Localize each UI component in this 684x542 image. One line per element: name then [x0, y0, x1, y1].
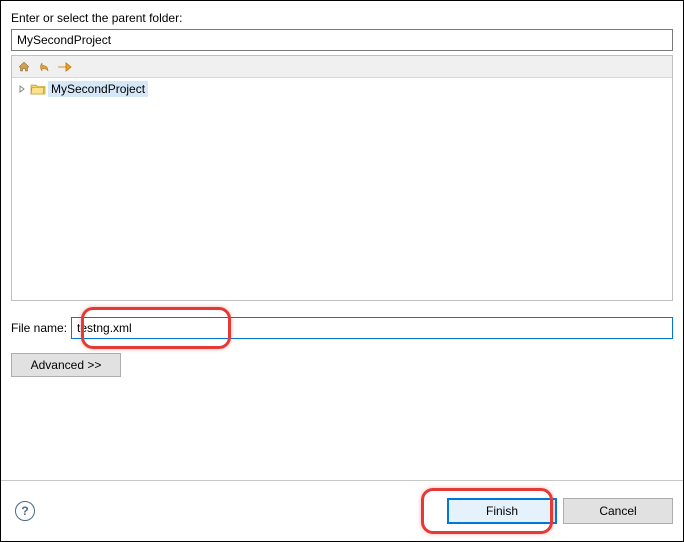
advanced-button[interactable]: Advanced >>	[11, 353, 121, 377]
chevron-right-icon[interactable]	[16, 83, 28, 95]
help-icon[interactable]: ?	[15, 501, 35, 521]
tree-item-project[interactable]: MySecondProject	[14, 80, 670, 98]
tree-toolbar	[12, 56, 672, 78]
forward-icon[interactable]	[56, 59, 72, 75]
back-icon[interactable]	[36, 59, 52, 75]
finish-button[interactable]: Finish	[447, 498, 557, 524]
home-icon[interactable]	[16, 59, 32, 75]
folder-icon	[30, 82, 46, 96]
parent-folder-input[interactable]	[11, 29, 673, 51]
file-name-label: File name:	[11, 321, 67, 335]
file-name-input[interactable]	[71, 317, 673, 339]
cancel-button[interactable]: Cancel	[563, 498, 673, 524]
folder-tree: MySecondProject	[11, 55, 673, 301]
parent-folder-label: Enter or select the parent folder:	[11, 11, 673, 25]
tree-body[interactable]: MySecondProject	[12, 78, 672, 300]
tree-item-label: MySecondProject	[48, 81, 148, 97]
